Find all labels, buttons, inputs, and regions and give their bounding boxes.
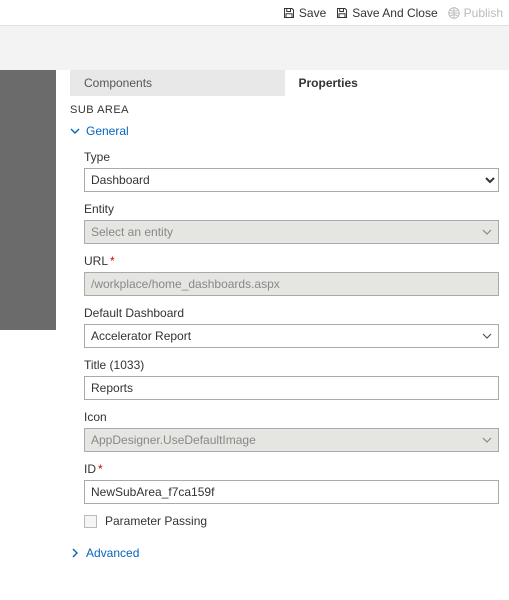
default-dashboard-select[interactable]: Accelerator Report xyxy=(84,324,499,348)
save-icon xyxy=(283,7,295,19)
group-advanced-toggle[interactable]: Advanced xyxy=(70,546,499,560)
entity-placeholder: Select an entity xyxy=(91,225,173,239)
publish-label: Publish xyxy=(464,6,503,20)
parameter-passing-checkbox[interactable] xyxy=(84,515,97,528)
save-close-button[interactable]: Save And Close xyxy=(336,6,437,20)
chevron-down-icon xyxy=(482,435,492,445)
field-parameter-passing[interactable]: Parameter Passing xyxy=(84,514,499,528)
group-general-label: General xyxy=(86,124,129,138)
entity-label: Entity xyxy=(84,202,499,216)
toolbar: Save Save And Close Publish xyxy=(0,0,509,26)
icon-value: AppDesigner.UseDefaultImage xyxy=(91,433,256,447)
tab-bar: Components Properties xyxy=(70,70,499,96)
chevron-down-icon xyxy=(482,227,492,237)
save-close-icon xyxy=(336,7,348,19)
group-advanced-label: Advanced xyxy=(86,546,139,560)
save-label: Save xyxy=(299,6,326,20)
publish-icon xyxy=(448,7,460,19)
field-entity: Entity Select an entity xyxy=(84,202,499,244)
general-group: Type Dashboard Entity Select an entity U… xyxy=(70,150,499,528)
properties-panel: Components Properties SUB AREA General T… xyxy=(56,70,509,600)
required-mark: * xyxy=(98,462,103,476)
type-select[interactable]: Dashboard xyxy=(84,168,499,192)
group-general-toggle[interactable]: General xyxy=(70,124,499,138)
title-label: Title (1033) xyxy=(84,358,499,372)
chevron-right-icon xyxy=(70,548,80,558)
publish-button: Publish xyxy=(448,6,503,20)
chevron-down-icon xyxy=(70,126,80,136)
url-label: URL* xyxy=(84,254,499,268)
type-label: Type xyxy=(84,150,499,164)
id-label: ID* xyxy=(84,462,499,476)
tab-properties[interactable]: Properties xyxy=(285,70,500,96)
save-close-label: Save And Close xyxy=(352,6,437,20)
field-url: URL* xyxy=(84,254,499,296)
default-dashboard-label: Default Dashboard xyxy=(84,306,499,320)
field-icon: Icon AppDesigner.UseDefaultImage xyxy=(84,410,499,452)
entity-select: Select an entity xyxy=(84,220,499,244)
section-title: SUB AREA xyxy=(70,104,499,116)
icon-label: Icon xyxy=(84,410,499,424)
icon-select: AppDesigner.UseDefaultImage xyxy=(84,428,499,452)
title-input[interactable] xyxy=(84,376,499,400)
parameter-passing-label: Parameter Passing xyxy=(105,514,207,528)
tab-components[interactable]: Components xyxy=(70,70,285,96)
chevron-down-icon xyxy=(482,331,492,341)
save-button[interactable]: Save xyxy=(283,6,326,20)
required-mark: * xyxy=(110,254,115,268)
field-default-dashboard: Default Dashboard Accelerator Report xyxy=(84,306,499,348)
field-type: Type Dashboard xyxy=(84,150,499,192)
left-rail xyxy=(0,70,56,330)
header-strip xyxy=(0,26,509,70)
field-id: ID* xyxy=(84,462,499,504)
default-dashboard-value: Accelerator Report xyxy=(91,329,191,343)
field-title: Title (1033) xyxy=(84,358,499,400)
id-input[interactable] xyxy=(84,480,499,504)
url-input xyxy=(84,272,499,296)
